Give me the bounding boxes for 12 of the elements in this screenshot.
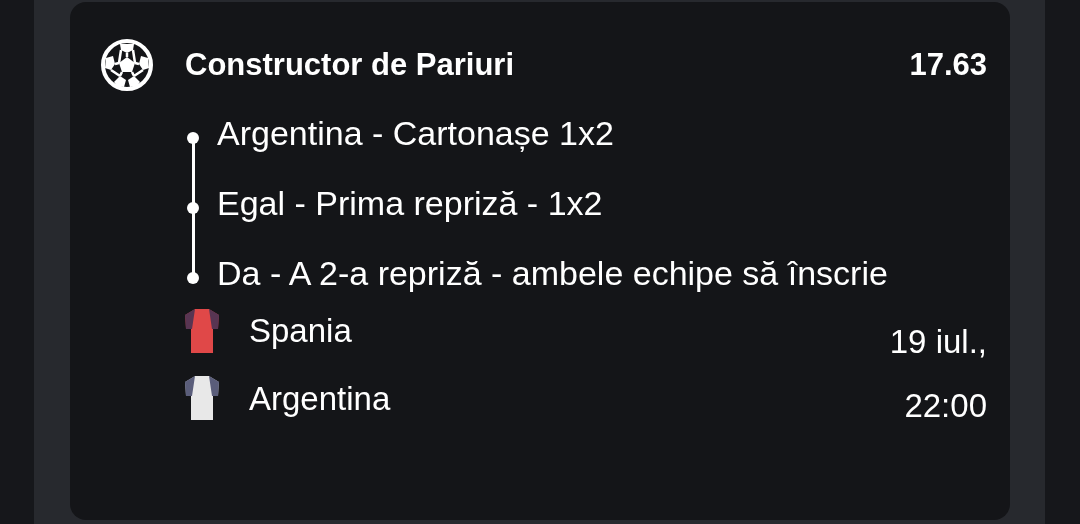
match-time: 22:00 <box>904 386 987 426</box>
team-name: Spania <box>249 311 352 351</box>
card-title: Constructor de Pariuri <box>185 45 514 84</box>
selection-label: Da - A 2-a repriză - ambele echipe să înscrie <box>217 253 889 294</box>
jersey-icon <box>183 306 221 355</box>
selection-label: Egal - Prima repriză - 1x2 <box>217 183 604 224</box>
selection-label: Argentina - Cartonașe 1x2 <box>217 113 615 154</box>
team-name: Argentina <box>249 378 391 419</box>
match-date: 19 iul., <box>889 322 987 362</box>
jersey-icon <box>183 374 221 423</box>
football-icon <box>100 38 154 92</box>
odds-value: 17.63 <box>909 45 987 84</box>
